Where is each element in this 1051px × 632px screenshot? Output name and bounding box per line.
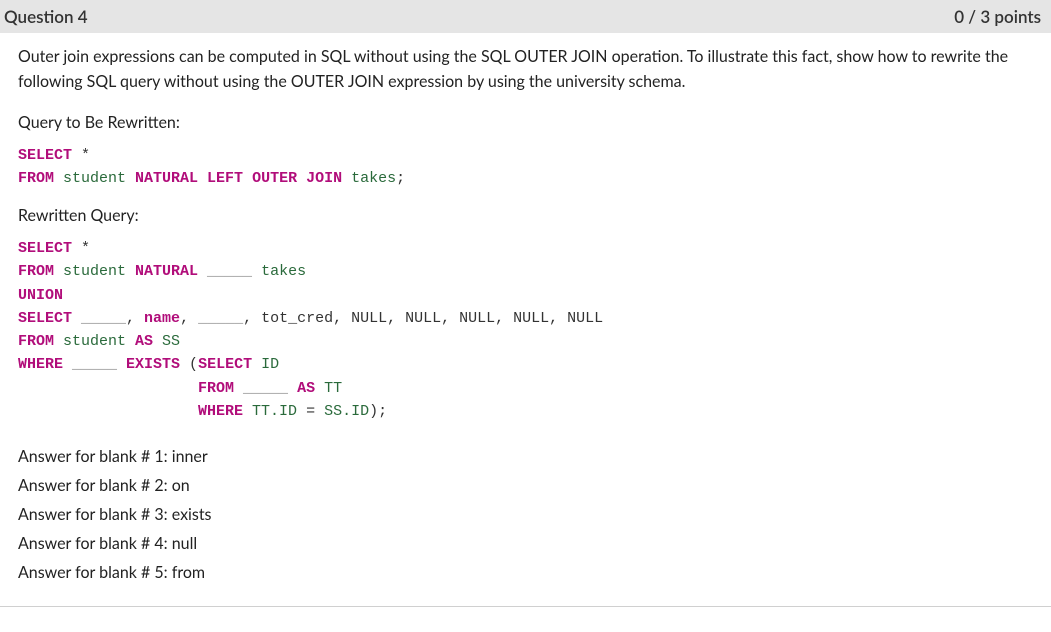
tok-semi: ; xyxy=(396,170,405,187)
kw-from4: FROM xyxy=(198,380,234,397)
id-student: student xyxy=(54,170,135,187)
kw-from: FROM xyxy=(18,170,54,187)
blank-2: _____ xyxy=(72,310,126,327)
answer-4: Answer for blank # 4: null xyxy=(18,534,1033,553)
kw-exists: EXISTS xyxy=(126,356,180,373)
blank-3: _____ xyxy=(198,310,243,327)
kw-join: JOIN xyxy=(297,170,342,187)
kw-from2: FROM xyxy=(18,263,54,280)
kw-union: UNION xyxy=(18,287,63,304)
tok-paren: ( xyxy=(180,356,198,373)
kw-natural: NATURAL xyxy=(135,170,198,187)
tok-star: * xyxy=(72,147,90,164)
kw-as2: AS xyxy=(297,380,315,397)
kw-natural2: NATURAL xyxy=(135,263,198,280)
kw-left: LEFT xyxy=(198,170,243,187)
answer-2: Answer for blank # 2: on xyxy=(18,476,1033,495)
question-prompt: Outer join expressions can be computed i… xyxy=(18,45,1033,95)
kw-select2: SELECT xyxy=(18,240,72,257)
original-query-code: SELECT * FROM student NATURAL LEFT OUTER… xyxy=(18,144,1033,191)
tok-rest: , tot_cred, NULL, NULL, NULL, NULL, NULL xyxy=(243,310,603,327)
kw-select4: SELECT xyxy=(198,356,252,373)
id-ssid: SS.ID xyxy=(315,403,369,420)
kw-outer: OUTER xyxy=(243,170,297,187)
question-header: Question 4 0 / 3 points xyxy=(0,0,1051,33)
question-title: Question 4 xyxy=(4,6,88,27)
kw-as: AS xyxy=(135,333,153,350)
pad8 xyxy=(18,403,198,420)
id-tt: TT xyxy=(315,380,342,397)
id-ttid: TT.ID xyxy=(243,403,306,420)
id-takes: takes xyxy=(342,170,396,187)
original-query-label: Query to Be Rewritten: xyxy=(18,113,1033,132)
kw-select3: SELECT xyxy=(18,310,72,327)
tok-comma2: , xyxy=(180,310,198,327)
tok-comma1: , xyxy=(126,310,144,327)
answers-block: Answer for blank # 1: inner Answer for b… xyxy=(18,447,1033,582)
kw-select: SELECT xyxy=(18,147,72,164)
answer-5: Answer for blank # 5: from xyxy=(18,563,1033,582)
id-ss: SS xyxy=(153,333,180,350)
kw-where2: WHERE xyxy=(198,403,243,420)
answer-3: Answer for blank # 3: exists xyxy=(18,505,1033,524)
id-student3: student xyxy=(54,333,135,350)
answer-1: Answer for blank # 1: inner xyxy=(18,447,1033,466)
rewritten-query-code: SELECT * FROM student NATURAL _____ take… xyxy=(18,237,1033,423)
blank-5: _____ xyxy=(234,380,297,397)
question-points: 0 / 3 points xyxy=(954,6,1041,27)
kw-from3: FROM xyxy=(18,333,54,350)
kw-name: name xyxy=(144,310,180,327)
rewritten-query-label: Rewritten Query: xyxy=(18,206,1033,225)
id-student2: student xyxy=(54,263,135,280)
blank-4: _____ xyxy=(63,356,126,373)
question-container: Question 4 0 / 3 points Outer join expre… xyxy=(0,0,1051,607)
id-id: ID xyxy=(252,356,279,373)
tok-close: ); xyxy=(369,403,387,420)
tok-star2: * xyxy=(72,240,90,257)
question-body: Outer join expressions can be computed i… xyxy=(0,33,1051,606)
tok-eq: = xyxy=(306,403,315,420)
kw-where: WHERE xyxy=(18,356,63,373)
id-takes2: takes xyxy=(261,263,306,280)
blank-1: _____ xyxy=(198,263,261,280)
pad7 xyxy=(18,380,198,397)
